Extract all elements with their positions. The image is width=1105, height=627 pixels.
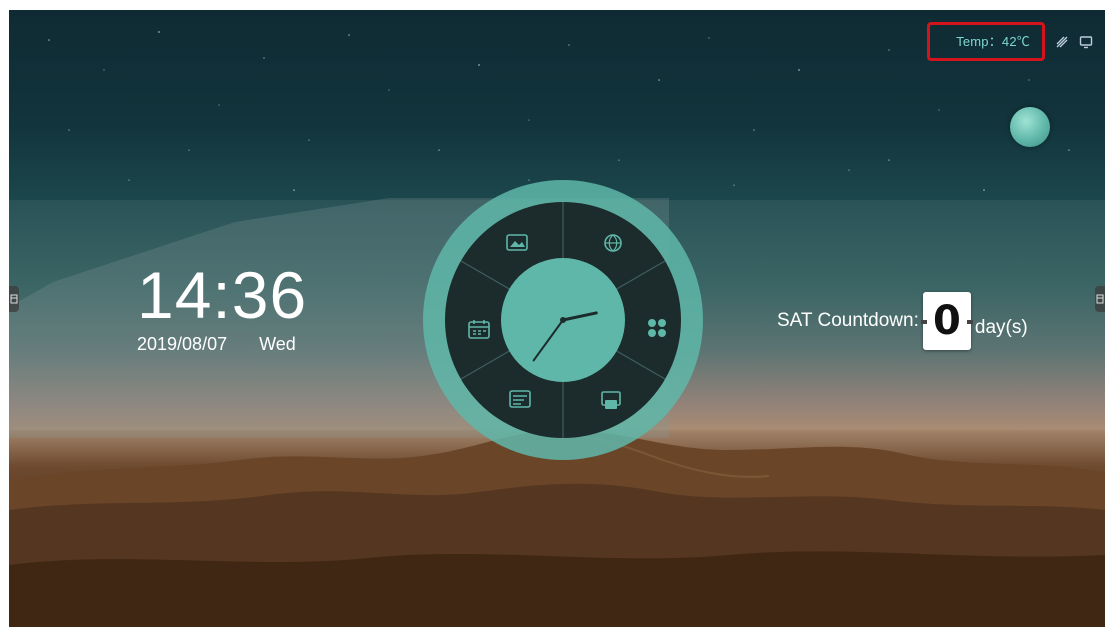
right-sidebar-toggle[interactable] xyxy=(1095,286,1105,312)
status-bar: Temp：42℃ xyxy=(927,22,1093,61)
sidebar-icon xyxy=(10,294,18,304)
flip-hinge xyxy=(920,320,927,324)
flip-hinge xyxy=(966,320,973,324)
app-wheel-launcher xyxy=(423,180,703,460)
date-text: 2019/08/07 xyxy=(137,334,228,354)
clock-center-pin xyxy=(560,317,566,323)
screen-icon[interactable] xyxy=(1079,35,1093,49)
temperature-indicator: Temp：42℃ xyxy=(927,22,1045,61)
time-display: 14:36 xyxy=(137,258,308,332)
date-row: 2019/08/07 Wed xyxy=(137,334,307,355)
floating-menu-button[interactable] xyxy=(1010,107,1050,147)
network-icon[interactable] xyxy=(1055,35,1069,49)
flip-digit-card: 0 xyxy=(920,292,973,350)
digital-clock-widget: 14:36 2019/08/07 Wed xyxy=(137,260,307,355)
sidebar-icon xyxy=(1096,294,1104,304)
countdown-unit: day(s) xyxy=(974,317,1028,338)
left-sidebar-toggle[interactable] xyxy=(9,286,19,312)
weekday-text: Wed xyxy=(259,334,296,354)
desktop-screen: Temp：42℃ 14:36 2019/08/07 Wed SAT Countd… xyxy=(9,10,1105,627)
countdown-digit: 0 xyxy=(932,298,961,344)
countdown-label: SAT Countdown: xyxy=(777,310,919,331)
exam-countdown-widget: SAT Countdown: 0 day(s) xyxy=(777,292,1028,350)
